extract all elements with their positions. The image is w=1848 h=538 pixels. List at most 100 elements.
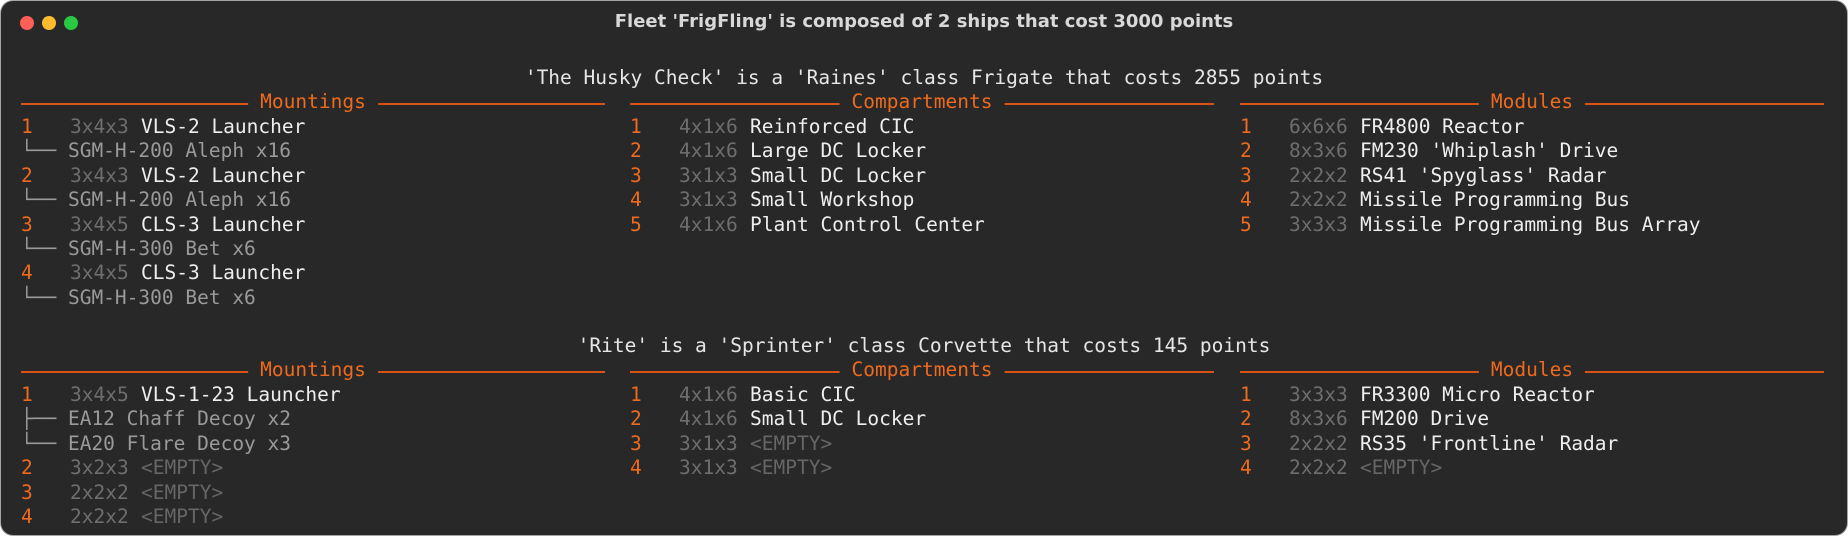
slot-size: 4x1x6 <box>679 139 738 163</box>
item-name: FM200 Drive <box>1360 407 1490 431</box>
slot-size: 3x4x3 <box>70 163 129 187</box>
item-name: Small Workshop <box>750 188 915 212</box>
item-name: <EMPTY> <box>141 480 224 504</box>
module-row: 4 2x2x2 Missile Programming Bus <box>1240 188 1824 212</box>
item-name: RS35 'Frontline' Radar <box>1360 431 1619 455</box>
slot-number: 1 <box>21 115 33 138</box>
slot-number: 2 <box>1240 139 1252 163</box>
mounting-row: 1 3x4x3 VLS-2 Launcher <box>21 115 605 139</box>
item-name: FM230 'Whiplash' Drive <box>1360 139 1619 163</box>
slot-number: 4 <box>21 504 33 528</box>
item-name: <EMPTY> <box>750 431 833 455</box>
slot-number: 3 <box>630 431 642 455</box>
section-title: Mountings <box>248 89 378 115</box>
ammo-item: └── EA20 Flare Decoy x3 <box>21 431 292 455</box>
slot-number: 5 <box>1240 212 1252 236</box>
slot-number: 3 <box>1240 163 1252 187</box>
item-name: Plant Control Center <box>750 212 985 236</box>
item-name: CLS-3 Launcher <box>141 212 306 236</box>
compartment-row: 4 3x1x3 Small Workshop <box>630 188 1214 212</box>
item-name: Missile Programming Bus <box>1360 188 1631 212</box>
modules-section: Modules 1 3x3x3 FR3300 Micro Reactor 2 8x3x6… <box>1240 357 1824 481</box>
compartment-row: 4 3x1x3 <EMPTY> <box>630 456 1214 480</box>
slot-number: 2 <box>630 139 642 163</box>
item-name: FR4800 Reactor <box>1360 115 1525 138</box>
item-name: VLS-2 Launcher <box>141 115 306 138</box>
compartments-section: Compartments 1 4x1x6 Reinforced CIC 2 4x1x6 L… <box>630 89 1214 237</box>
slot-size: 8x3x6 <box>1289 407 1348 431</box>
slot-size: 3x4x5 <box>70 261 129 285</box>
slot-number: 1 <box>630 383 642 406</box>
section-title: Compartments <box>839 357 1005 383</box>
module-row: 3 2x2x2 RS35 'Frontline' Radar <box>1240 432 1824 456</box>
item-name: Basic CIC <box>750 383 856 406</box>
slot-number: 3 <box>1240 431 1252 455</box>
ammo-subrow: └── SGM-H-200 Aleph x16 <box>21 139 605 163</box>
item-name: CLS-3 Launcher <box>141 261 306 285</box>
compartment-row: 5 4x1x6 Plant Control Center <box>630 213 1214 237</box>
slot-size: 3x3x3 <box>1289 383 1348 406</box>
slot-number: 1 <box>630 115 642 138</box>
slot-size: 4x1x6 <box>679 212 738 236</box>
slot-size: 2x2x2 <box>1289 431 1348 455</box>
module-row: 1 6x6x6 FR4800 Reactor <box>1240 115 1824 139</box>
item-name: Reinforced CIC <box>750 115 915 138</box>
compartment-row: 1 4x1x6 Basic CIC <box>630 383 1214 407</box>
slot-size: 3x1x3 <box>679 188 738 212</box>
slot-number: 2 <box>1240 407 1252 431</box>
item-name: Large DC Locker <box>750 139 927 163</box>
slot-number: 4 <box>1240 456 1252 480</box>
slot-size: 4x1x6 <box>679 383 738 406</box>
mounting-row: 1 3x4x5 VLS-1-23 Launcher <box>21 383 605 407</box>
slot-number: 1 <box>1240 383 1252 406</box>
slot-number: 4 <box>630 188 642 212</box>
item-name: RS41 'Spyglass' Radar <box>1360 163 1607 187</box>
slot-size: 2x2x2 <box>70 504 129 528</box>
compartment-row: 3 3x1x3 Small DC Locker <box>630 164 1214 188</box>
item-name: Small DC Locker <box>750 163 927 187</box>
compartment-row: 2 4x1x6 Large DC Locker <box>630 139 1214 163</box>
slot-number: 2 <box>630 407 642 431</box>
slot-number: 4 <box>630 456 642 480</box>
slot-size: 3x1x3 <box>679 431 738 455</box>
section-title: Modules <box>1478 89 1586 115</box>
ammo-item: ├── EA12 Chaff Decoy x2 <box>21 407 292 431</box>
mountings-section: Mountings 1 3x4x3 VLS-2 Launcher └── SGM-H-… <box>21 89 605 310</box>
compartments-section: Compartments 1 4x1x6 Basic CIC 2 4x1x6 Small … <box>630 357 1214 481</box>
item-name: FR3300 Micro Reactor <box>1360 383 1595 406</box>
slot-number: 5 <box>630 212 642 236</box>
item-name: Small DC Locker <box>750 407 927 431</box>
slot-size: 4x1x6 <box>679 115 738 138</box>
slot-size: 8x3x6 <box>1289 139 1348 163</box>
ammo-subrow: └── EA20 Flare Decoy x3 <box>21 432 605 456</box>
mounting-row: 3 2x2x2 <EMPTY> <box>21 481 605 505</box>
module-row: 2 8x3x6 FM230 'Whiplash' Drive <box>1240 139 1824 163</box>
window-title: Fleet 'FrigFling' is composed of 2 ships… <box>614 11 1234 32</box>
module-row: 4 2x2x2 <EMPTY> <box>1240 456 1824 480</box>
compartment-row: 1 4x1x6 Reinforced CIC <box>630 115 1214 139</box>
item-name: <EMPTY> <box>1360 456 1443 480</box>
slot-size: 3x4x5 <box>70 212 129 236</box>
slot-size: 3x1x3 <box>679 456 738 480</box>
mountings-section: Mountings 1 3x4x5 VLS-1-23 Launcher ├── EA1… <box>21 357 605 529</box>
module-row: 3 2x2x2 RS41 'Spyglass' Radar <box>1240 164 1824 188</box>
mounting-row: 2 3x2x3 <EMPTY> <box>21 456 605 480</box>
section-title: Modules <box>1478 357 1586 383</box>
mounting-row: 3 3x4x5 CLS-3 Launcher <box>21 213 605 237</box>
slot-number: 3 <box>21 212 33 236</box>
module-row: 5 3x3x3 Missile Programming Bus Array <box>1240 213 1824 237</box>
section-title: Mountings <box>248 357 378 383</box>
mounting-row: 2 3x4x3 VLS-2 Launcher <box>21 164 605 188</box>
slot-number: 3 <box>21 480 33 504</box>
ammo-subrow: └── SGM-H-300 Bet x6 <box>21 286 605 310</box>
compartment-row: 3 3x1x3 <EMPTY> <box>630 432 1214 456</box>
slot-size: 3x2x3 <box>70 456 129 480</box>
slot-size: 3x4x5 <box>70 383 129 406</box>
slot-number: 3 <box>630 163 642 187</box>
ammo-subrow: ├── EA12 Chaff Decoy x2 <box>21 407 605 431</box>
slot-number: 2 <box>21 163 33 187</box>
slot-size: 2x2x2 <box>70 480 129 504</box>
ammo-item: └── SGM-H-300 Bet x6 <box>21 285 256 309</box>
ammo-subrow: └── SGM-H-200 Aleph x16 <box>21 188 605 212</box>
slot-size: 3x3x3 <box>1289 212 1348 236</box>
